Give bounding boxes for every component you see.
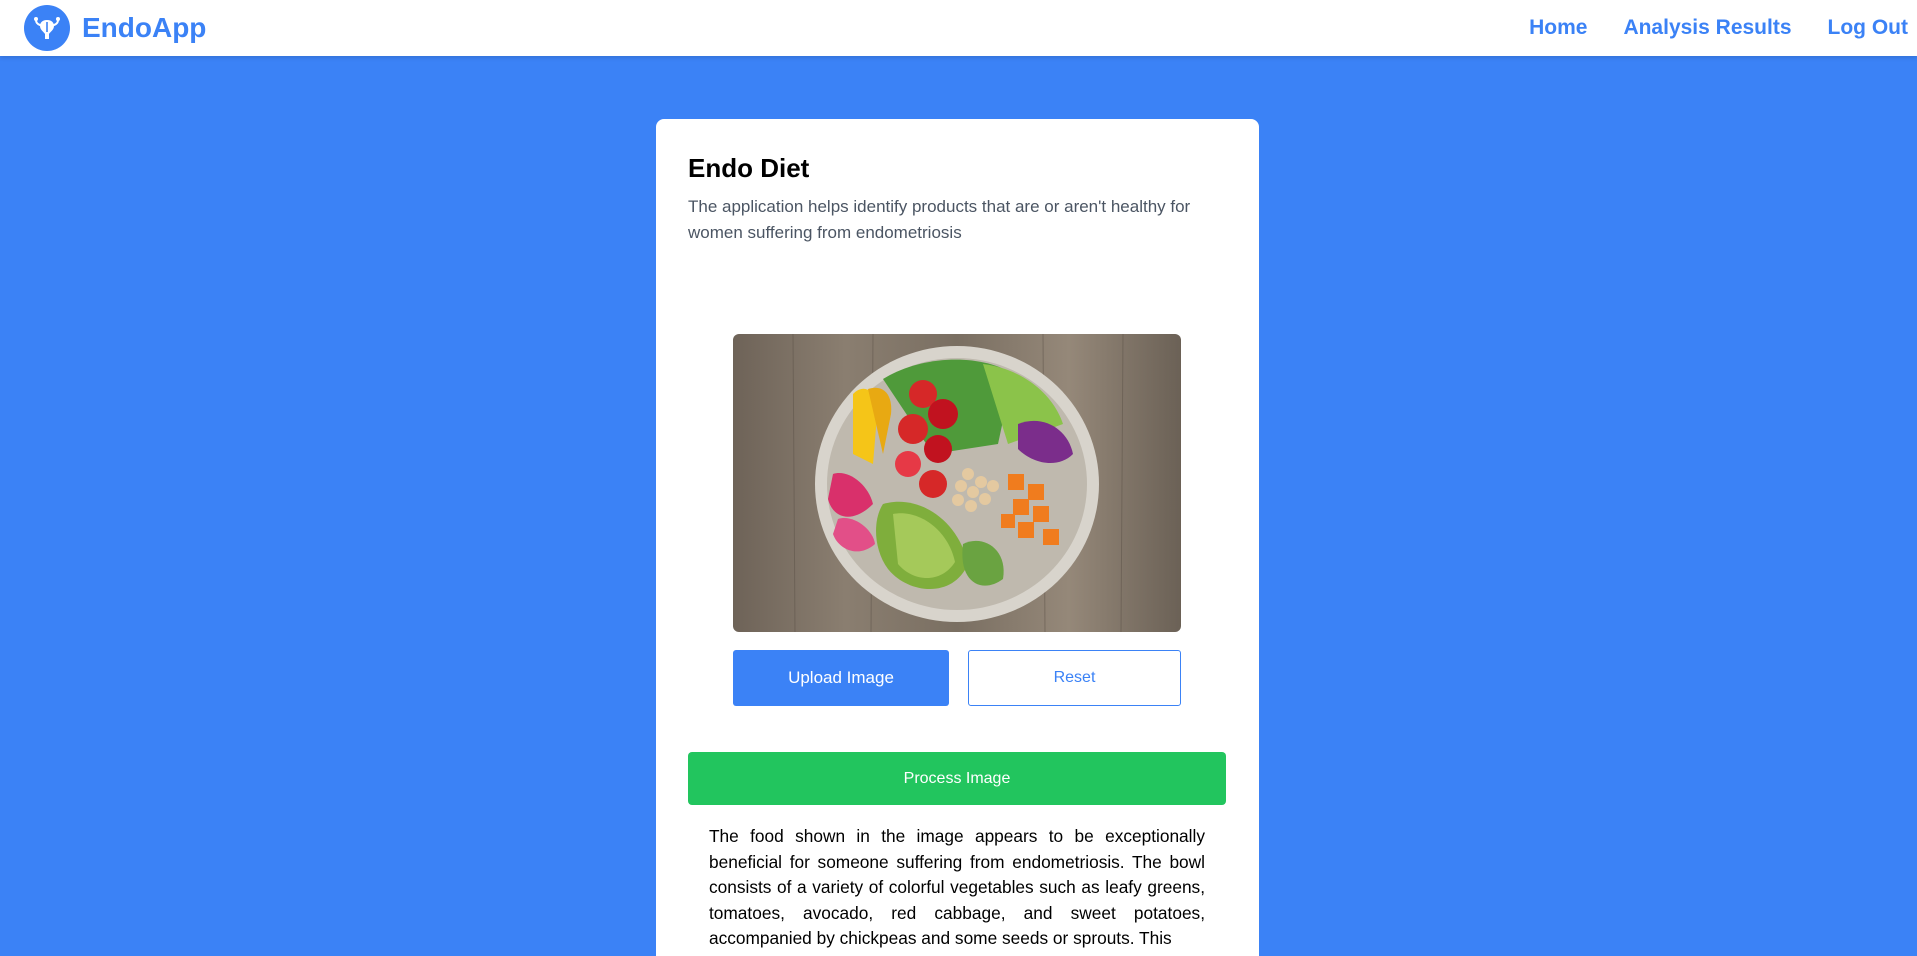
reset-button[interactable]: Reset — [968, 650, 1181, 706]
process-image-button[interactable]: Process Image — [688, 752, 1226, 805]
nav-links: Home Analysis Results Log Out — [1529, 16, 1908, 40]
image-button-row: Upload Image Reset — [733, 650, 1181, 706]
nav-link-analysis-results[interactable]: Analysis Results — [1623, 16, 1791, 40]
navbar: EndoApp Home Analysis Results Log Out — [0, 0, 1917, 56]
food-image — [733, 334, 1181, 632]
nav-link-log-out[interactable]: Log Out — [1828, 16, 1908, 40]
brand-name: EndoApp — [82, 12, 207, 43]
upload-image-button[interactable]: Upload Image — [733, 650, 949, 706]
uterus-icon — [24, 5, 70, 51]
analysis-result-text: The food shown in the image appears to b… — [709, 826, 1205, 948]
card-description: The application helps identify products … — [688, 197, 1191, 242]
nav-link-home[interactable]: Home — [1529, 16, 1587, 40]
brand[interactable]: EndoApp — [24, 5, 206, 51]
card-title: Endo Diet — [688, 153, 810, 183]
endo-diet-card: Endo Diet The application helps identify… — [656, 119, 1259, 956]
